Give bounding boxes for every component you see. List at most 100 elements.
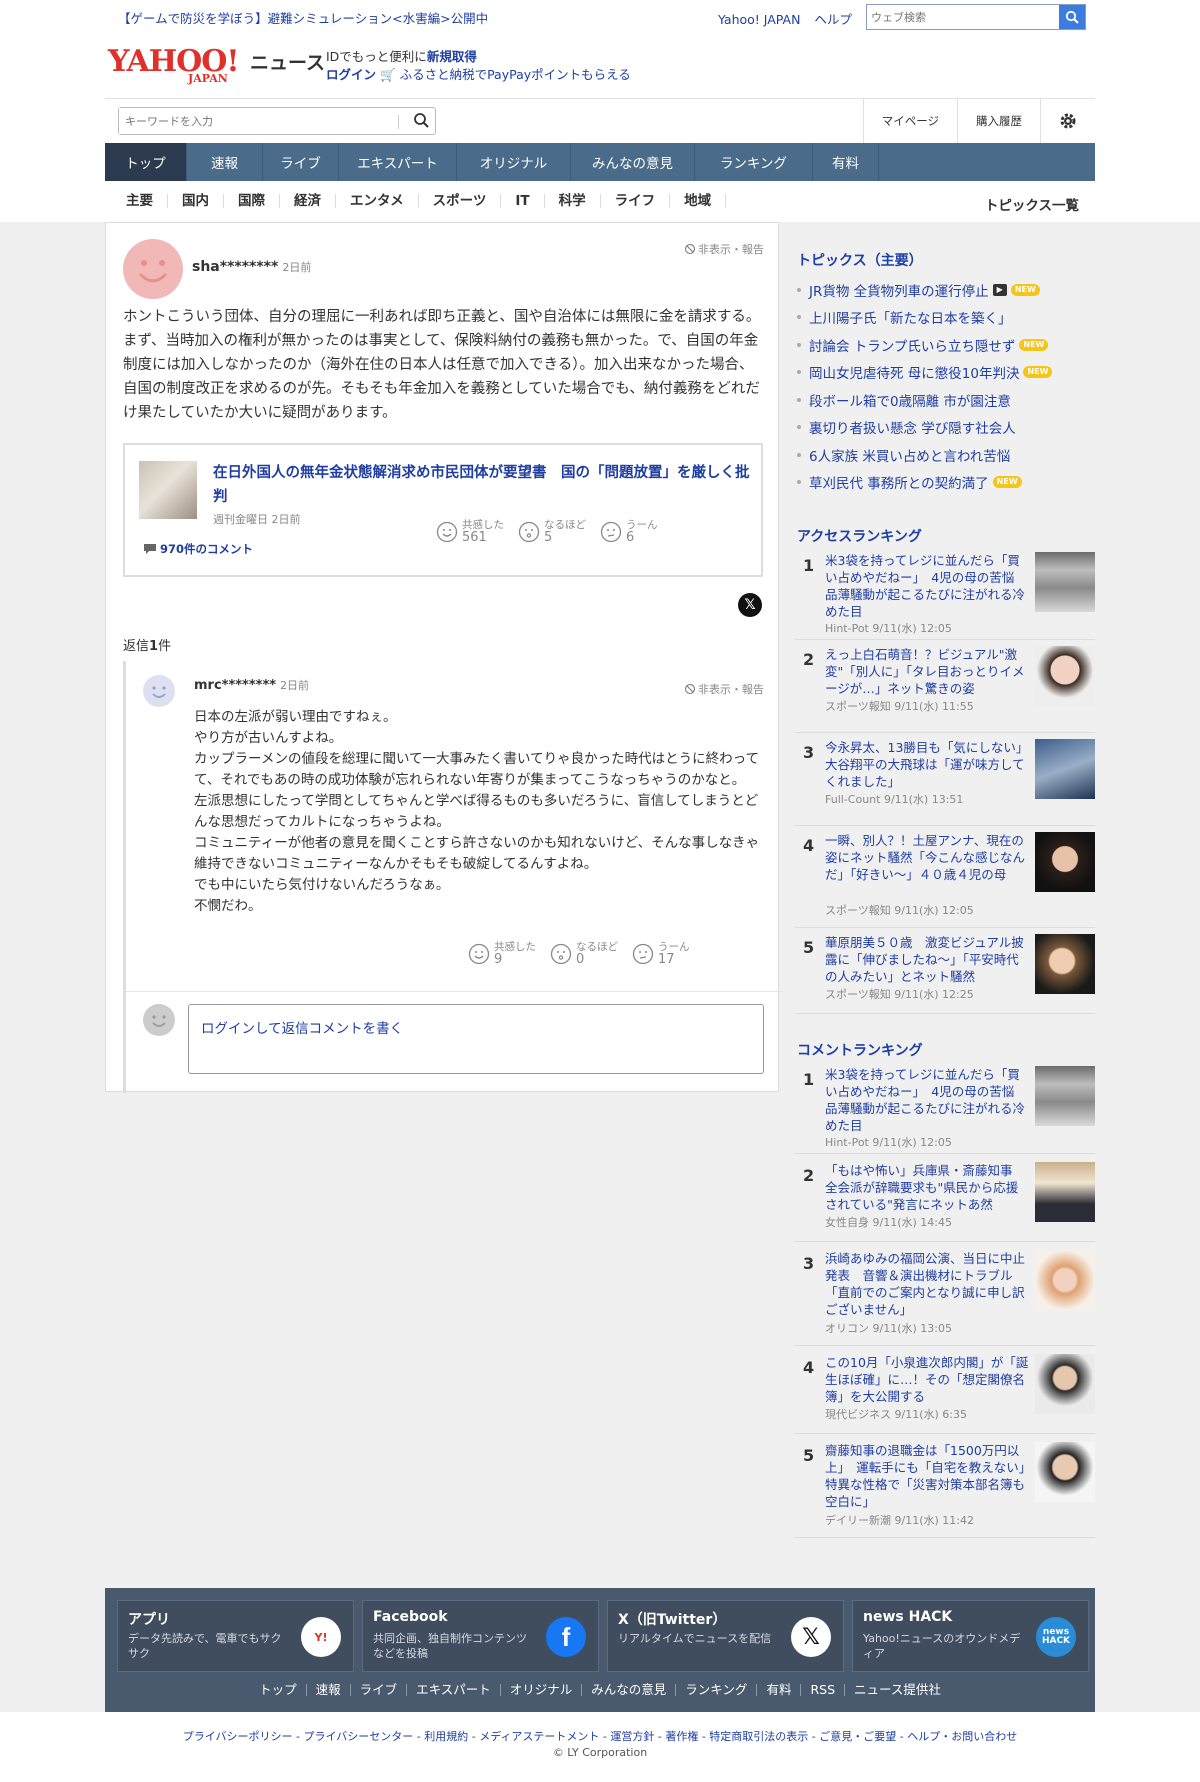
comment-user[interactable]: sha******** 2日前	[192, 259, 311, 275]
tab-expert[interactable]: エキスパート	[339, 143, 457, 181]
tab-opinions[interactable]: みんなの意見	[571, 143, 695, 181]
category-item[interactable]: ライフ	[601, 194, 671, 208]
login-link[interactable]: ログイン	[326, 67, 376, 82]
category-item[interactable]: 地域	[670, 194, 727, 208]
category-item[interactable]: 経済	[280, 194, 336, 208]
hide-report-link[interactable]: 非表示・報告	[684, 681, 764, 697]
newshack-icon: news HACK	[1036, 1617, 1076, 1657]
topic-item[interactable]: 草刈民代 事務所との契約満了 NEW	[795, 469, 1095, 497]
reaction-empathy[interactable]: 共感した 9	[468, 941, 536, 967]
reaction-agree[interactable]: なるほど 5	[518, 519, 586, 545]
ranking-item[interactable]: 1 米3袋を持ってレジに並んだら「買い占めやだねー」 4児の母の苦悩 品薄騒動が起…	[795, 1066, 1095, 1154]
mypage-link[interactable]: マイページ	[862, 99, 957, 143]
ranking-item[interactable]: 2 えっ上白石萌音！？ビジュアル"激変"「別人に」「タレ目おっとりイメージが…」ネ…	[795, 646, 1095, 733]
topic-item[interactable]: 裏切り者扱い懸念 学び隠す社会人	[795, 414, 1095, 442]
category-item[interactable]: 科学	[545, 194, 601, 208]
avatar[interactable]	[143, 675, 175, 707]
footer-link[interactable]: ランキング	[676, 1683, 758, 1696]
settings-button[interactable]	[1040, 99, 1095, 143]
footer-link[interactable]: ライブ	[351, 1683, 408, 1696]
keyword-search-button[interactable]	[413, 112, 429, 132]
furusato-link[interactable]: ふるさと納税でPayPayポイントもらえる	[400, 67, 631, 82]
footer-x-card[interactable]: X（旧Twitter） リアルタイムでニュースを配信 𝕏	[607, 1600, 844, 1672]
reaction-empathy[interactable]: 共感した 561	[436, 519, 504, 545]
footer-link[interactable]: みんなの意見	[582, 1683, 677, 1696]
smile-face-icon	[152, 686, 166, 698]
reaction-agree[interactable]: なるほど 0	[550, 941, 618, 967]
topic-item[interactable]: 段ボール箱で0歳隔離 市が園注意	[795, 386, 1095, 414]
smile-icon	[436, 521, 458, 543]
comment-body: ホントこういう団体、自分の理屈に一利あれば即ち正義と、国や自治体には無限に金を請…	[123, 309, 761, 421]
footer-facebook-card[interactable]: Facebook 共同企画、独自制作コンテンツなどを投稿 f	[362, 1600, 599, 1672]
reply-input[interactable]: ログインして返信コメントを書く	[188, 1004, 764, 1074]
category-item[interactable]: エンタメ	[336, 194, 419, 208]
frown-icon	[600, 521, 622, 543]
tab-top[interactable]: トップ	[105, 143, 187, 181]
article-thumbnail	[1035, 1354, 1095, 1414]
article-card[interactable]: 在日外国人の無年金状態解消求め市民団体が要望書 国の「問題放置」を厳しく批判 週…	[123, 443, 763, 577]
article-comments-link[interactable]: 970件のコメント	[143, 541, 253, 557]
category-item[interactable]: 国際	[224, 194, 280, 208]
category-item[interactable]: IT	[501, 194, 545, 208]
thinking-face-icon	[518, 521, 540, 543]
ranking-item[interactable]: 3 浜崎あゆみの福岡公演、当日に中止発表 音響＆演出機材にトラブル「直前でのご案内…	[795, 1250, 1095, 1346]
topic-item[interactable]: 岡山女児虐待死 母に懲役10年判決 NEW	[795, 359, 1095, 387]
help-link[interactable]: ヘルプ	[814, 12, 852, 27]
web-search-input[interactable]	[867, 5, 1059, 29]
topic-item[interactable]: 上川陽子氏「新たな日本を築く」	[795, 304, 1095, 332]
ranking-item[interactable]: 4 この10月「小泉進次郎内閣」が「誕生ほぼ確」に…！その「想定閣僚名簿」を大公開…	[795, 1354, 1095, 1434]
register-link[interactable]: 新規取得	[427, 49, 477, 64]
ranking-item[interactable]: 5 華原朋美５０歳 激変ビジュアル披露に「伸びましたね～」「平安時代の人みたい」と…	[795, 934, 1095, 1014]
comment-ranking-title[interactable]: コメントランキング	[797, 1040, 1095, 1060]
footer-link[interactable]: オリジナル	[501, 1683, 583, 1696]
avatar[interactable]	[123, 239, 183, 299]
footer-link[interactable]: エキスパート	[407, 1683, 501, 1696]
category-item[interactable]: 国内	[168, 194, 224, 208]
article-thumbnail	[139, 461, 197, 519]
ranking-item[interactable]: 2 「もはや怖い」兵庫県・斎藤知事 全会派が辞職要求も"県民から応援されている"発…	[795, 1162, 1095, 1242]
footer-newshack-card[interactable]: news HACK Yahoo!ニュースのオウンドメディア news HACK	[852, 1600, 1089, 1672]
yahoo-news-logo[interactable]: YAHOO! JAPAN ニュース	[108, 44, 325, 85]
access-ranking-title[interactable]: アクセスランキング	[797, 526, 1095, 546]
history-link[interactable]: 購入履歴	[957, 99, 1040, 143]
reaction-hmm[interactable]: うーん 17	[632, 941, 690, 967]
footer-link[interactable]: RSS	[801, 1683, 846, 1696]
footer-link[interactable]: ニュース提供社	[845, 1683, 950, 1696]
yahoo-japan-link[interactable]: Yahoo! JAPAN	[718, 12, 800, 27]
legal-links[interactable]: プライバシーポリシー - プライバシーセンター - 利用規約 - メディアステー…	[0, 1728, 1200, 1744]
reply-user[interactable]: mrc******** 2日前	[194, 677, 309, 693]
footer-link[interactable]: 有料	[757, 1683, 802, 1696]
block-icon	[684, 683, 696, 695]
ranking-item[interactable]: 3 今永昇太、13勝目も「気にしない」 大谷翔平の大飛球は「運が味方してくれました…	[795, 739, 1095, 826]
tab-original[interactable]: オリジナル	[457, 143, 571, 181]
category-item[interactable]: 主要	[105, 194, 168, 208]
tab-live[interactable]: ライブ	[263, 143, 339, 181]
article-thumbnail	[1035, 1066, 1095, 1126]
footer-link[interactable]: 速報	[307, 1683, 351, 1696]
x-share-button[interactable]: 𝕏	[738, 593, 762, 617]
tab-ranking[interactable]: ランキング	[695, 143, 813, 181]
keyword-input[interactable]	[119, 108, 389, 134]
reaction-hmm[interactable]: うーん 6	[600, 519, 658, 545]
tab-paid[interactable]: 有料	[813, 143, 879, 181]
article-thumbnail	[1035, 552, 1095, 612]
ranking-item[interactable]: 5 齋藤知事の退職金は「1500万円以上」 運転手にも「自宅を教えない」特異な性格…	[795, 1442, 1095, 1538]
tab-breaking[interactable]: 速報	[187, 143, 263, 181]
reply-login-link[interactable]: ログイン	[201, 1021, 255, 1037]
footer-app-card[interactable]: アプリ データ先読みで、電車でもサクサク Y!	[117, 1600, 354, 1672]
category-item[interactable]: スポーツ	[419, 194, 502, 208]
hide-report-link[interactable]: 非表示・報告	[684, 241, 764, 257]
footer-link[interactable]: トップ	[250, 1683, 307, 1696]
topic-item[interactable]: 討論会 トランプ氏いら立ち隠せず NEW	[795, 331, 1095, 359]
topic-item[interactable]: 6人家族 米買い占めと言われ苦悩	[795, 441, 1095, 469]
topic-item[interactable]: JR貨物 全貨物列車の運行停止 ▶ NEW	[795, 276, 1095, 304]
topics-list-link[interactable]: トピックス一覧	[985, 194, 1079, 214]
logo-news-text: ニュース	[250, 52, 326, 74]
ranking-item[interactable]: 1 米3袋を持ってレジに並んだら「買い占めやだねー」 4児の母の苦悩 品薄騒動が起…	[795, 552, 1095, 640]
topics-title[interactable]: トピックス（主要）	[797, 250, 1095, 270]
comment-ranking-list: 1 米3袋を持ってレジに並んだら「買い占めやだねー」 4児の母の苦悩 品薄騒動が起…	[795, 1066, 1095, 1538]
ranking-item[interactable]: 4 一瞬、別人？！土屋アンナ、現在の姿にネット騒然「今こんな感じなんだ」「好きい～…	[795, 832, 1095, 928]
article-title[interactable]: 在日外国人の無年金状態解消求め市民団体が要望書 国の「問題放置」を厳しく批判	[213, 461, 751, 509]
promo-link[interactable]: 【ゲームで防災を学ぼう】避難シミュレーション<水害編>公開中	[118, 8, 488, 27]
web-search-button[interactable]	[1059, 5, 1085, 29]
